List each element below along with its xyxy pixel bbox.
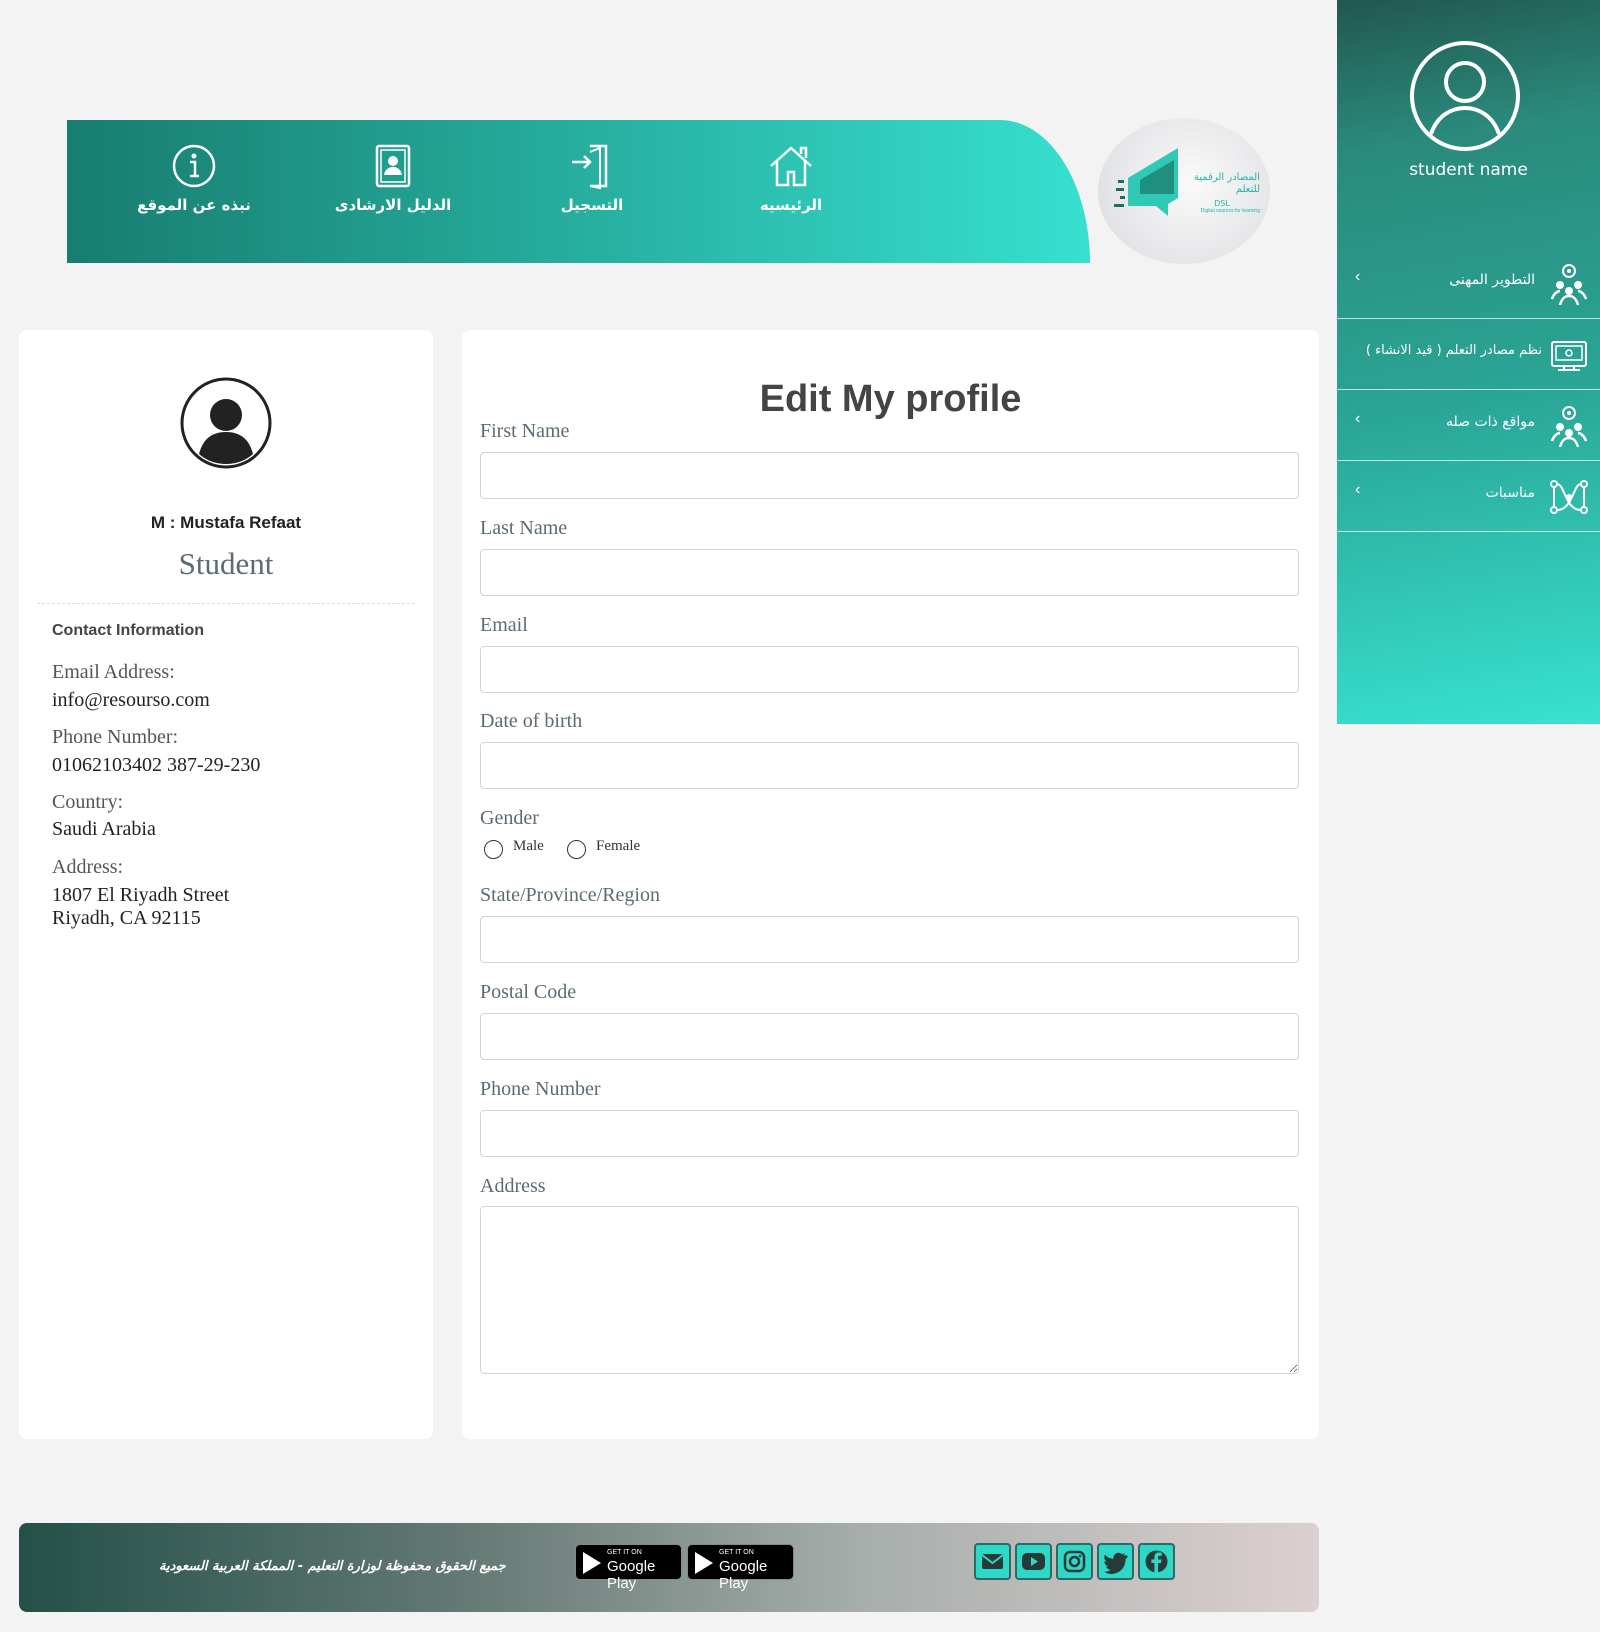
badge-small-text: GET IT ON <box>719 1549 754 1556</box>
twitter-icon <box>1104 1552 1128 1574</box>
address-textarea[interactable] <box>480 1206 1299 1374</box>
twitter-social-button[interactable] <box>1097 1543 1134 1580</box>
edit-profile-form: Edit My profile First Name Last Name Ema… <box>462 330 1319 1439</box>
badge-small-text: GET IT ON <box>607 1549 642 1556</box>
sidebar-item-label: التطوير المهنى <box>1449 272 1535 288</box>
profile-card: M : Mustafa Refaat Student Contact Infor… <box>19 330 433 1439</box>
home-icon <box>770 146 812 187</box>
sidebar-item-professional-development[interactable]: ‹ التطوير المهنى <box>1337 248 1600 319</box>
profile-name: M : Mustafa Refaat <box>150 513 302 532</box>
network-icon <box>1550 480 1588 514</box>
sidebar: student name ‹ التطوير المهنى نظم مصادر … <box>1337 0 1600 724</box>
email-input[interactable] <box>480 646 1299 693</box>
phone-number-input[interactable] <box>480 1110 1299 1157</box>
login-icon <box>572 144 608 190</box>
facebook-social-button[interactable] <box>1138 1543 1175 1580</box>
first-name-input[interactable] <box>480 452 1299 499</box>
contact-email: Email Address: info@resourso.com <box>52 661 210 712</box>
gender-male-label: Male <box>513 838 544 854</box>
divider <box>37 603 415 604</box>
nav-label: نبذه عن الموقع <box>137 196 251 214</box>
info-icon <box>172 144 216 188</box>
nav-label: التسجيل <box>560 196 624 214</box>
gender-female-radio[interactable] <box>567 840 586 859</box>
nav-item-register[interactable]: التسجيل <box>522 142 662 215</box>
dob-label: Date of birth <box>480 710 583 732</box>
sidebar-item-label: مناسبات <box>1485 485 1535 501</box>
top-nav-banner: نبذه عن الموقع الدليل الارشادى التسجيل ا… <box>67 120 1090 263</box>
user-avatar-icon[interactable] <box>1409 40 1521 152</box>
chevron-left-icon: ‹ <box>1355 268 1361 285</box>
google-play-badge[interactable]: GET IT ON Google Play <box>687 1544 794 1592</box>
screen-icon <box>1551 341 1587 371</box>
email-label: Email Address: <box>52 661 175 683</box>
instagram-social-button[interactable] <box>1056 1543 1093 1580</box>
nav-label: الدليل الارشادى <box>334 196 452 214</box>
address-value: 1807 El Riyadh Street Riyadh, CA 92115 <box>52 884 230 929</box>
sidebar-item-events[interactable]: ‹ مناسبات <box>1337 461 1600 532</box>
nav-item-guide[interactable]: الدليل الارشادى <box>323 142 463 215</box>
contact-info-title: Contact Information <box>52 622 204 639</box>
address-label: Address <box>480 1175 546 1197</box>
chevron-left-icon: ‹ <box>1355 410 1361 427</box>
gender-female-label: Female <box>596 838 641 854</box>
sidebar-item-related-sites[interactable]: ‹ مواقع ذات صله <box>1337 390 1600 461</box>
state-input[interactable] <box>480 916 1299 963</box>
phone-value: 01062103402 387-29-230 <box>52 754 261 776</box>
first-name-label: First Name <box>480 420 570 442</box>
play-store-icon <box>583 1552 601 1574</box>
badge-big-text: Google Play <box>607 1558 656 1592</box>
nav-item-home[interactable]: الرئيسيه <box>721 142 861 215</box>
last-name-label: Last Name <box>480 517 568 539</box>
profile-avatar-icon <box>180 377 272 469</box>
email-label: Email <box>480 614 528 636</box>
state-label: State/Province/Region <box>480 884 660 906</box>
facebook-icon <box>1145 1550 1168 1573</box>
youtube-social-button[interactable] <box>1015 1543 1052 1580</box>
nav-item-about[interactable]: نبذه عن الموقع <box>124 142 264 215</box>
sidebar-item-learning-systems[interactable]: نظم مصادر التعلم ( قيد الانشاء ) <box>1337 319 1600 390</box>
contact-country: Country: Saudi Arabia <box>52 791 156 841</box>
form-title: Edit My profile <box>759 378 1022 420</box>
country-label: Country: <box>52 791 124 813</box>
sidebar-item-label: مواقع ذات صله <box>1446 414 1535 430</box>
contact-phone: Phone Number: 01062103402 387-29-230 <box>52 726 260 777</box>
address-label: Address: <box>52 856 124 878</box>
country-value: Saudi Arabia <box>52 818 156 840</box>
dob-input[interactable] <box>480 742 1299 789</box>
last-name-input[interactable] <box>480 549 1299 596</box>
email-icon <box>981 1554 1004 1569</box>
phone-number-label: Phone Number <box>480 1078 601 1100</box>
guide-icon <box>375 144 411 188</box>
gender-label: Gender <box>480 807 539 829</box>
badge-big-text: Google Play <box>719 1558 768 1592</box>
chevron-left-icon: ‹ <box>1355 481 1361 498</box>
email-social-button[interactable] <box>974 1543 1011 1580</box>
footer: جميع الحقوق محفوظة لوزارة التعليم - المم… <box>19 1523 1319 1612</box>
profile-role: Student <box>178 546 274 581</box>
team-gear-icon <box>1550 264 1588 305</box>
contact-address: Address: 1807 El Riyadh Street Riyadh, C… <box>52 856 229 930</box>
google-play-badge[interactable]: GET IT ON Google Play <box>575 1544 682 1592</box>
logo-subtitle: Digital sources for learning <box>1200 208 1260 214</box>
postal-code-input[interactable] <box>480 1013 1299 1060</box>
sidebar-item-label: نظم مصادر التعلم ( قيد الانشاء ) <box>1365 343 1542 358</box>
logo-text: المصادر الرقمية للتعلم <box>1193 172 1260 195</box>
phone-label: Phone Number: <box>52 726 179 748</box>
gender-male-radio[interactable] <box>484 840 503 859</box>
youtube-icon <box>1022 1553 1045 1570</box>
footer-copyright: جميع الحقوق محفوظة لوزارة التعليم - المم… <box>159 1559 506 1574</box>
nav-label: الرئيسيه <box>759 196 823 214</box>
team-gear-icon <box>1550 406 1588 447</box>
email-value: info@resourso.com <box>52 689 210 711</box>
sidebar-user-name: student name <box>1409 160 1528 180</box>
instagram-icon <box>1063 1550 1086 1573</box>
postal-code-label: Postal Code <box>480 981 577 1003</box>
site-logo[interactable]: المصادر الرقمية للتعلم DSL Digital sourc… <box>1098 118 1270 264</box>
play-store-icon <box>695 1552 713 1574</box>
